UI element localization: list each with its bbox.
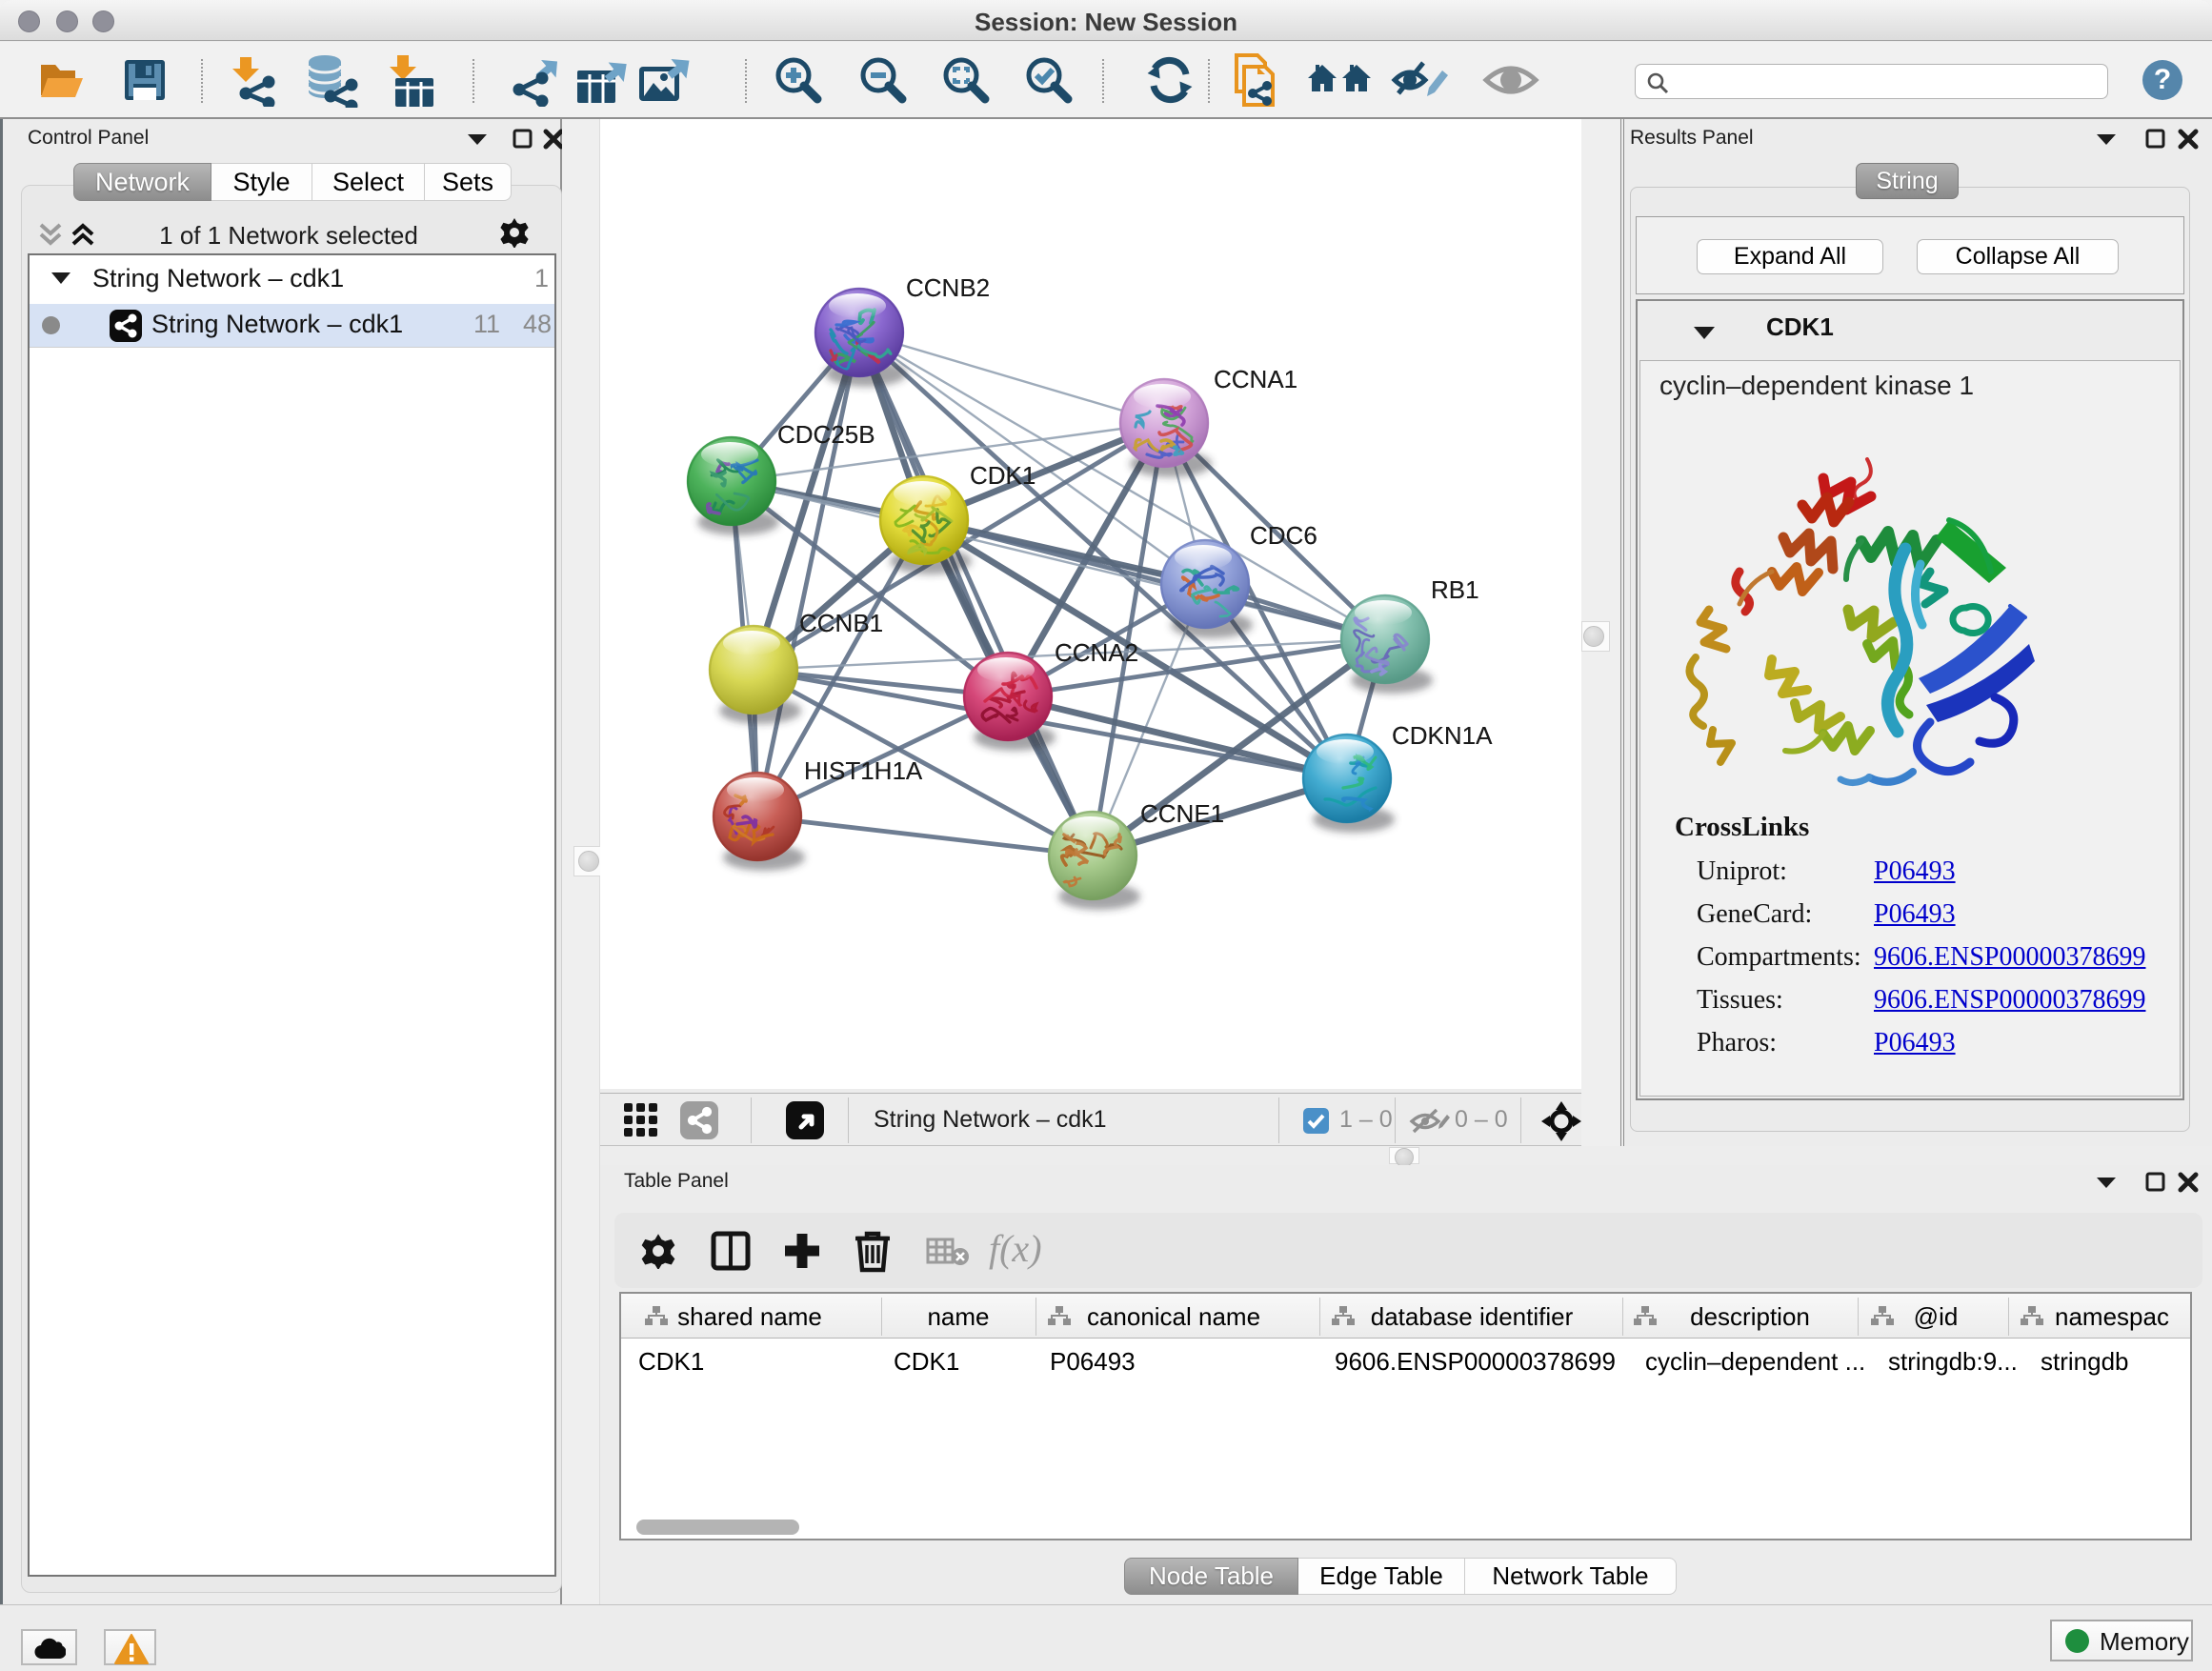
svg-text:?: ?: [2154, 64, 2171, 95]
